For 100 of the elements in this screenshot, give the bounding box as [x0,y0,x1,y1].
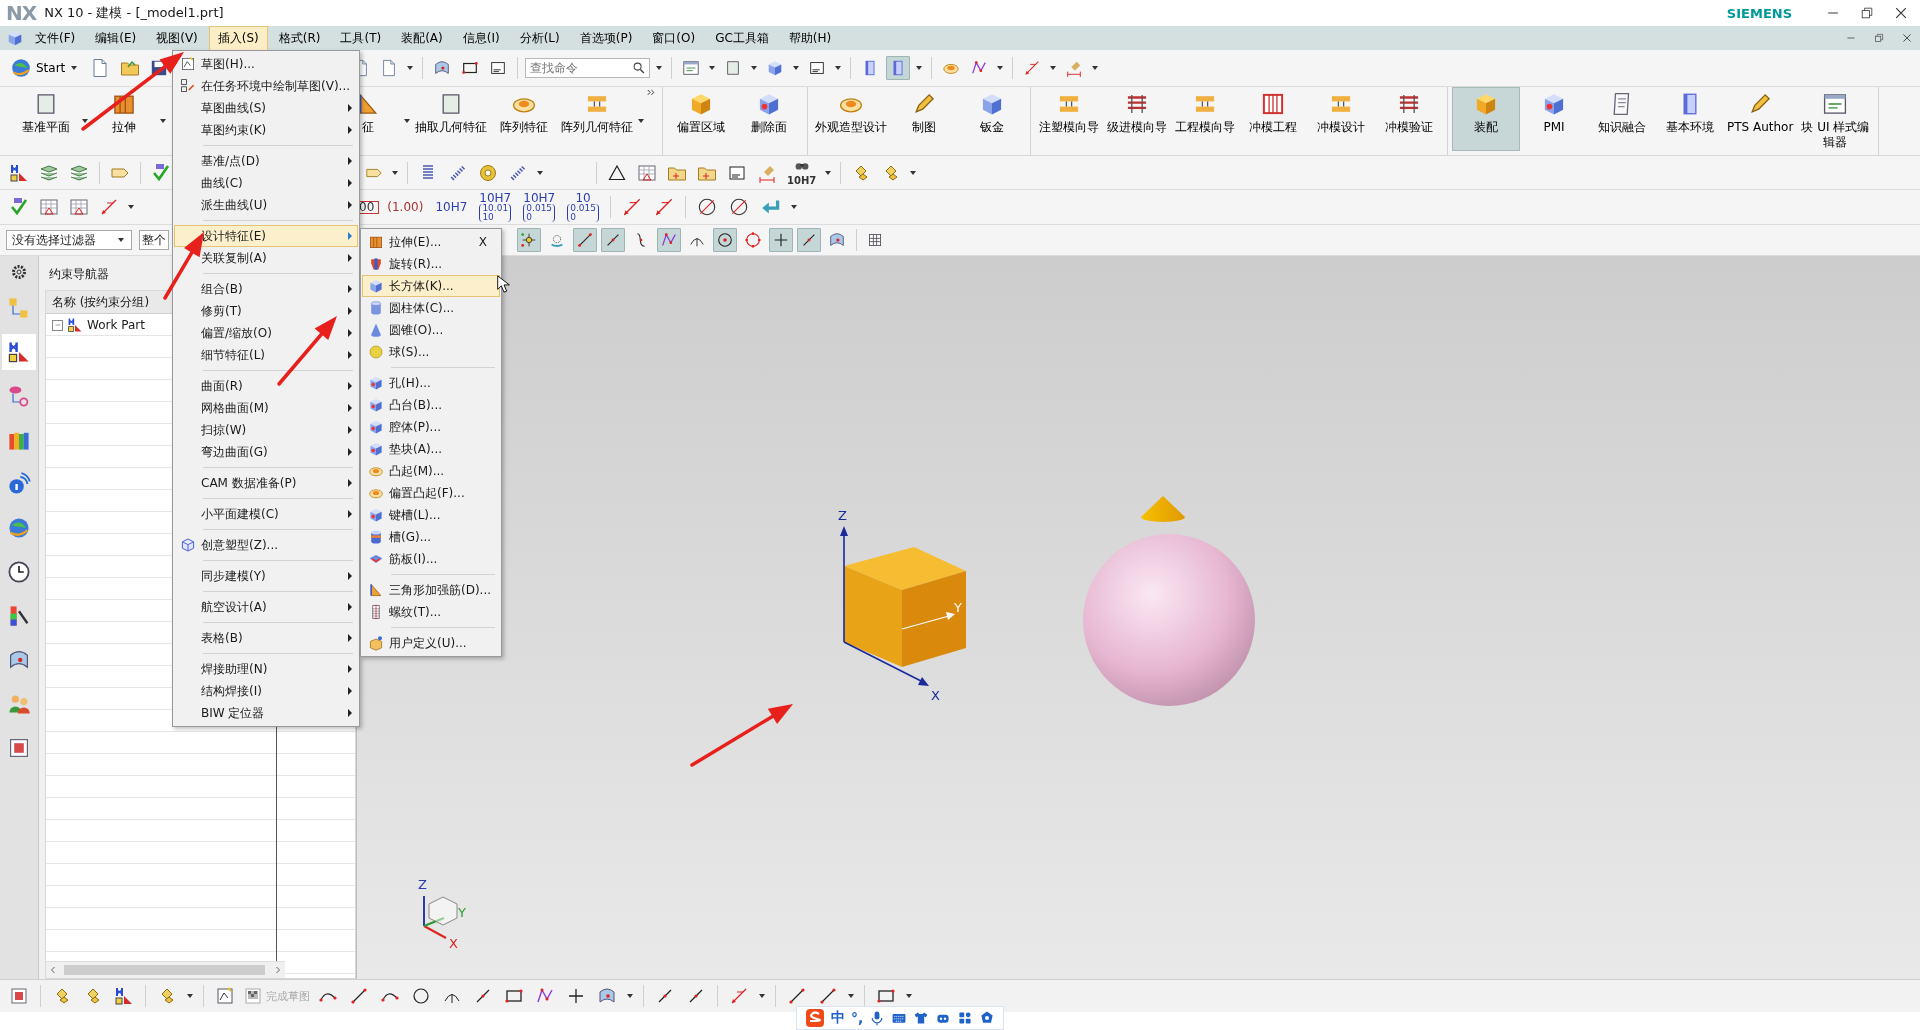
menu-item[interactable]: 用户定义(U)... [362,632,500,654]
ribbon-button[interactable]: 制图 [890,87,958,151]
dimension-style-button[interactable]: 10 0.015 0 [563,192,603,222]
ribbon-button[interactable]: PMI [1520,87,1588,151]
punctuation-toggle[interactable]: °, [851,1010,864,1026]
start-button[interactable]: Start [6,55,84,81]
menu-item[interactable]: 草图约束(K) [174,119,358,141]
dimension-style-button[interactable]: 10H7 10.01 10 [475,192,516,222]
menu-item[interactable]: 编辑(E) [86,25,146,51]
scope-dropdown[interactable]: 整个 [139,230,169,250]
menu-item[interactable]: GC工具箱 [706,25,778,51]
ribbon-button[interactable]: 拉伸 [90,87,158,151]
menu-item[interactable]: 同步建模(Y) [174,565,358,587]
menu-item[interactable]: 格式(R) [269,25,330,51]
menu-item[interactable]: 拉伸(E)... X [362,231,500,253]
ribbon-button[interactable]: 冲模设计 [1307,87,1375,151]
menu-item[interactable]: 曲面(R) [174,375,358,397]
menu-item[interactable]: 细节特征(L) [174,344,358,366]
menu-item[interactable]: 偏置/缩放(O) [174,322,358,344]
ribbon-button[interactable]: 阵列几何特征 [558,87,636,151]
menu-item[interactable]: 航空设计(A) [174,596,358,618]
tree-item[interactable]: Work Part [87,318,145,332]
menu-item[interactable]: 网格曲面(M) [174,397,358,419]
axis-label: Y [954,600,962,615]
menu-item[interactable]: 组合(B) [174,278,358,300]
menu-item[interactable]: 槽(G)... [362,526,500,548]
menu-item[interactable]: 键槽(L)... [362,504,500,526]
menu-item[interactable]: 筋板(I)... [362,548,500,570]
menu-item[interactable]: 弯边曲面(G) [174,441,358,463]
menu-item[interactable]: 结构焊接(I) [174,680,358,702]
ribbon-button[interactable]: PTS Author [1724,87,1797,151]
input-mode-toggle[interactable]: 中 [831,1009,845,1027]
dimension-style-button[interactable]: 10H7 [431,201,472,213]
menu-item[interactable]: 腔体(P)... [362,416,500,438]
menu-item[interactable]: 视图(V) [147,25,207,51]
menu-item[interactable]: 曲线(C) [174,172,358,194]
menu-item[interactable]: 首选项(P) [570,25,642,51]
ribbon-button[interactable]: 工程模向导 [1171,87,1239,151]
ribbon-button[interactable]: 抽取几何特征 [412,87,490,151]
menu-item[interactable]: 关联复制(A) [174,247,358,269]
menu-item[interactable]: 信息(I) [453,25,509,51]
menu-item[interactable]: 基准/点(D) [174,150,358,172]
menu-item[interactable]: 表格(B) [174,627,358,649]
ribbon-button[interactable]: 基准平面 [12,87,80,151]
menu-item[interactable]: CAM 数据准备(P) [174,472,358,494]
menu-item[interactable]: 帮助(H) [779,25,841,51]
ribbon-button[interactable]: 冲模验证 [1375,87,1443,151]
dimension-style-button[interactable]: 10H7 0.015 0 [519,192,560,222]
axis-label: Y [458,905,466,920]
menu-item[interactable]: 扫掠(W) [174,419,358,441]
search-field[interactable]: 查找命令 [525,58,651,78]
menu-item[interactable]: 三角形加强筋(D)... [362,579,500,601]
menu-item[interactable]: BIW 定位器 [174,702,358,724]
ribbon-button[interactable]: 块 UI 样式编辑器 [1796,87,1875,151]
menu-item[interactable]: 在任务环境中绘制草图(V)... [174,75,358,97]
ribbon-button[interactable]: 冲模工程 [1239,87,1307,151]
menu-item[interactable]: 修剪(T) [174,300,358,322]
menu-item[interactable]: 偏置凸起(F)... [362,482,500,504]
ribbon-button[interactable]: 级进模向导 [1103,87,1171,151]
axis-label: Z [418,877,427,892]
menu-item[interactable]: 插入(S) [208,25,268,51]
ribbon-button[interactable]: 装配 [1452,87,1520,151]
ribbon-button[interactable]: 知识融合 [1588,87,1656,151]
window-title: NX 10 - 建模 - [_model1.prt] [44,4,225,22]
ribbon-button[interactable]: 外观造型设计 [812,87,890,151]
brand-logo: SIEMENS [1726,5,1792,21]
menu-item[interactable]: 长方体(K)... [362,275,500,297]
menu-item[interactable]: 焊接助理(N) [174,658,358,680]
menu-item[interactable]: 草图(H)... [174,53,358,75]
menu-item[interactable]: 圆柱体(C)... [362,297,500,319]
ribbon-button[interactable]: 偏置区域 [667,87,735,151]
axis-label: X [931,688,940,703]
ribbon-button[interactable]: 删除面 [735,87,803,151]
tolerance-label: 10H7 [787,175,817,186]
menu-item[interactable]: 分析(L) [510,25,569,51]
menu-item[interactable]: 旋转(R)... [362,253,500,275]
shortcut-key: X [478,235,487,249]
selection-filter-dropdown[interactable]: 没有选择过滤器 [6,230,132,250]
menu-item[interactable]: 垫块(A)... [362,438,500,460]
menu-item[interactable]: 装配(A) [392,25,452,51]
axis-label: Z [838,508,847,523]
ribbon-button[interactable]: 钣金 [958,87,1026,151]
menu-item[interactable]: 草图曲线(S) [174,97,358,119]
menu-item[interactable]: 小平面建模(C) [174,503,358,525]
ribbon-button[interactable]: 注塑模向导 [1035,87,1103,151]
ribbon-button[interactable]: 阵列特征 [490,87,558,151]
menu-item[interactable]: 文件(F) [26,25,85,51]
menu-item[interactable]: 工具(T) [331,25,391,51]
menu-item[interactable]: 球(S)... [362,341,500,363]
menu-item[interactable]: 凸起(M)... [362,460,500,482]
menu-item[interactable]: 圆锥(O)... [362,319,500,341]
menu-item[interactable]: 创意塑型(Z)... [174,534,358,556]
ribbon-button[interactable]: 基本环境 [1656,87,1724,151]
dimension-style-button[interactable]: (1.00) [383,201,428,213]
axis-label: X [449,936,458,951]
panel-title: 约束导航器 [48,265,110,283]
menu-item[interactable]: 窗口(O) [643,25,705,51]
menu-item[interactable]: 孔(H)... [362,372,500,394]
menu-item[interactable]: 凸台(B)... [362,394,500,416]
menu-item[interactable]: 螺纹(T)... [362,601,500,623]
